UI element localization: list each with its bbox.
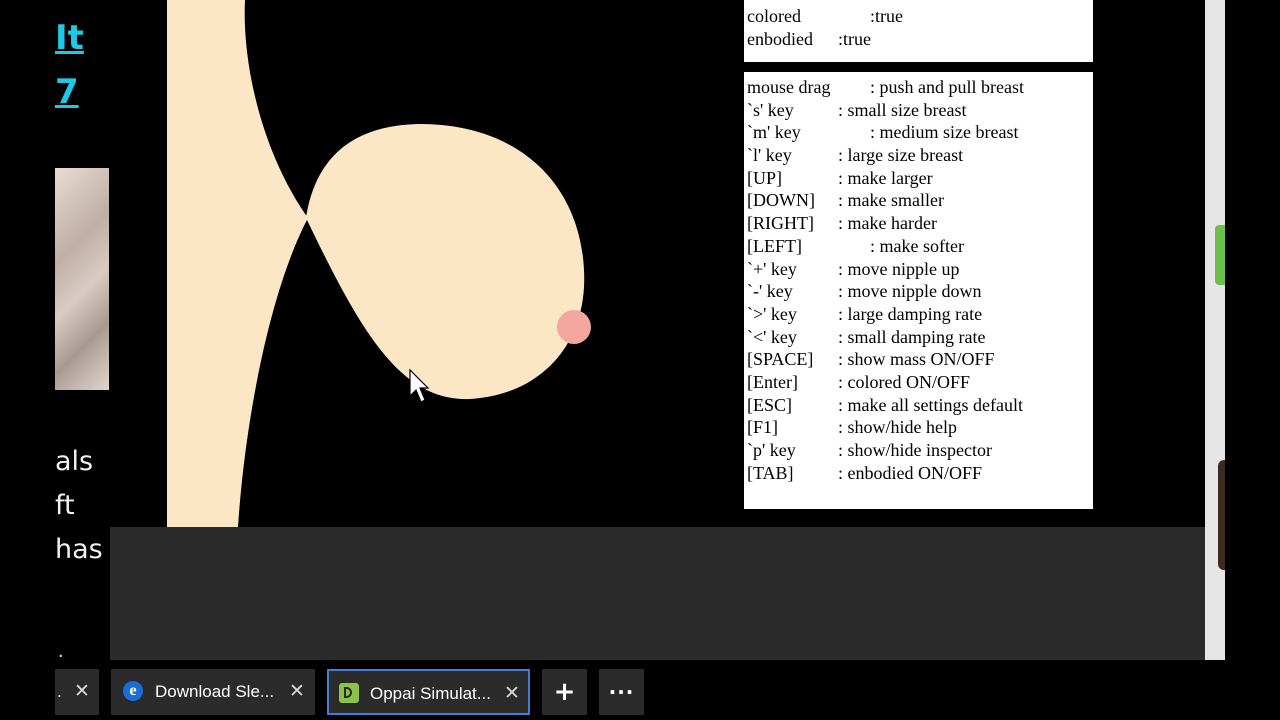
help-key: `+' key bbox=[747, 258, 797, 279]
new-tab-button[interactable]: + bbox=[542, 669, 587, 715]
help-row: `+' key : move nipple up bbox=[744, 258, 1093, 281]
help-key: [ESC] bbox=[747, 394, 792, 415]
help-key: [F1] bbox=[747, 417, 778, 438]
browser-tab[interactable]: e Download Sle... ✕ bbox=[111, 669, 315, 715]
help-description: : make softer bbox=[870, 235, 964, 256]
help-key: mouse drag bbox=[747, 77, 831, 97]
help-description: : make smaller bbox=[838, 190, 944, 211]
help-row: `<' key : small damping rate bbox=[744, 326, 1093, 349]
help-key: [UP] bbox=[747, 167, 782, 188]
help-key: `p' key bbox=[747, 440, 796, 460]
page-background bbox=[110, 527, 1205, 660]
browser-tab-bar: . ✕ e Download Sle... ✕ Oppai Simulat...… bbox=[0, 660, 1280, 720]
inspector-value: :true bbox=[838, 28, 871, 49]
help-row: [UP] : make larger bbox=[744, 167, 1093, 190]
inspector-panel: colored :true enbodied :true bbox=[744, 0, 1093, 62]
help-description: : small size breast bbox=[838, 99, 967, 120]
background-decoration bbox=[1215, 225, 1225, 285]
inspector-row: enbodied :true bbox=[744, 28, 1093, 51]
screen-edge bbox=[1225, 0, 1280, 720]
help-description: : show/hide inspector bbox=[838, 440, 992, 460]
help-description: : show/hide help bbox=[838, 417, 957, 438]
help-panel: mouse drag : push and pull breast `s' key… bbox=[744, 72, 1093, 509]
help-key: [Enter] bbox=[747, 371, 798, 392]
help-row: `m' key : medium size breast bbox=[744, 121, 1093, 144]
help-row: `p' key : show/hide inspector bbox=[744, 439, 1093, 462]
tab-title: Oppai Simulat... bbox=[370, 684, 491, 703]
inspector-key: enbodied bbox=[747, 28, 813, 49]
nipple[interactable] bbox=[557, 310, 591, 344]
more-options-button[interactable]: ··· bbox=[599, 669, 644, 715]
help-row: [DOWN] : make smaller bbox=[744, 189, 1093, 212]
background-text: ft bbox=[55, 490, 75, 521]
help-key: [DOWN] bbox=[747, 190, 815, 211]
inspector-row: colored :true bbox=[744, 5, 1093, 28]
help-key: [LEFT] bbox=[747, 235, 802, 256]
help-description: : move nipple down bbox=[838, 281, 982, 302]
body-silhouette bbox=[167, 0, 308, 527]
background-link[interactable]: 7 bbox=[55, 72, 79, 112]
help-description: : make larger bbox=[838, 167, 933, 188]
help-row: [Enter] : colored ON/OFF bbox=[744, 371, 1093, 394]
help-row: [LEFT] : make softer bbox=[744, 235, 1093, 258]
browser-tab[interactable]: . ✕ bbox=[55, 669, 99, 715]
background-text: als bbox=[55, 446, 94, 477]
close-icon[interactable]: ✕ bbox=[74, 680, 90, 703]
help-row: [ESC] : make all settings default bbox=[744, 394, 1093, 417]
help-description: : small damping rate bbox=[838, 326, 986, 347]
help-description: : make all settings default bbox=[838, 394, 1023, 415]
help-description: : move nipple up bbox=[838, 258, 960, 279]
breast-shape[interactable] bbox=[306, 124, 585, 400]
help-description: : colored ON/OFF bbox=[838, 371, 970, 392]
background-text: . bbox=[58, 640, 64, 660]
help-key: `l' key bbox=[747, 145, 792, 166]
help-row: [TAB] : enbodied ON/OFF bbox=[744, 462, 1093, 485]
help-description: : medium size breast bbox=[870, 122, 1019, 143]
close-icon[interactable]: ✕ bbox=[289, 680, 305, 703]
background-text: has bbox=[55, 534, 103, 565]
d-app-icon bbox=[339, 683, 359, 703]
help-row: `s' key : small size breast bbox=[744, 99, 1093, 122]
help-row: [RIGHT] : make harder bbox=[744, 212, 1093, 235]
inspector-key: colored bbox=[747, 6, 801, 26]
help-key: `s' key bbox=[747, 99, 794, 120]
help-row: [SPACE] : show mass ON/OFF bbox=[744, 348, 1093, 371]
background-link[interactable]: It bbox=[55, 18, 84, 58]
background-page-left: It 7 als ft has . bbox=[0, 0, 110, 660]
browser-tab-active[interactable]: Oppai Simulat... ✕ bbox=[327, 669, 530, 715]
inspector-value: :true bbox=[870, 6, 903, 26]
tab-title: . bbox=[57, 682, 62, 701]
help-description: : show mass ON/OFF bbox=[838, 349, 995, 370]
background-thumbnail bbox=[55, 168, 109, 390]
help-row: mouse drag : push and pull breast bbox=[744, 76, 1093, 99]
help-key: `<' key bbox=[747, 326, 797, 347]
help-description: : push and pull breast bbox=[870, 77, 1024, 97]
ie-icon: e bbox=[123, 681, 143, 701]
help-key: [SPACE] bbox=[747, 349, 814, 370]
help-description: : large size breast bbox=[838, 145, 964, 166]
help-key: [RIGHT] bbox=[747, 213, 814, 234]
help-row: `l' key : large size breast bbox=[744, 144, 1093, 167]
help-key: [TAB] bbox=[747, 462, 794, 483]
help-row: [F1] : show/hide help bbox=[744, 416, 1093, 439]
close-icon[interactable]: ✕ bbox=[504, 682, 520, 705]
help-key: `m' key bbox=[747, 122, 801, 143]
help-key: `>' key bbox=[747, 303, 797, 324]
tab-title: Download Sle... bbox=[155, 682, 275, 701]
help-description: : make harder bbox=[838, 213, 937, 234]
help-row: `-' key : move nipple down bbox=[744, 280, 1093, 303]
background-page-right bbox=[1205, 0, 1225, 660]
background-decoration bbox=[1218, 460, 1225, 570]
help-description: : large damping rate bbox=[838, 303, 983, 324]
help-description: : enbodied ON/OFF bbox=[838, 462, 982, 483]
help-key: `-' key bbox=[747, 281, 793, 302]
help-row: `>' key : large damping rate bbox=[744, 303, 1093, 326]
